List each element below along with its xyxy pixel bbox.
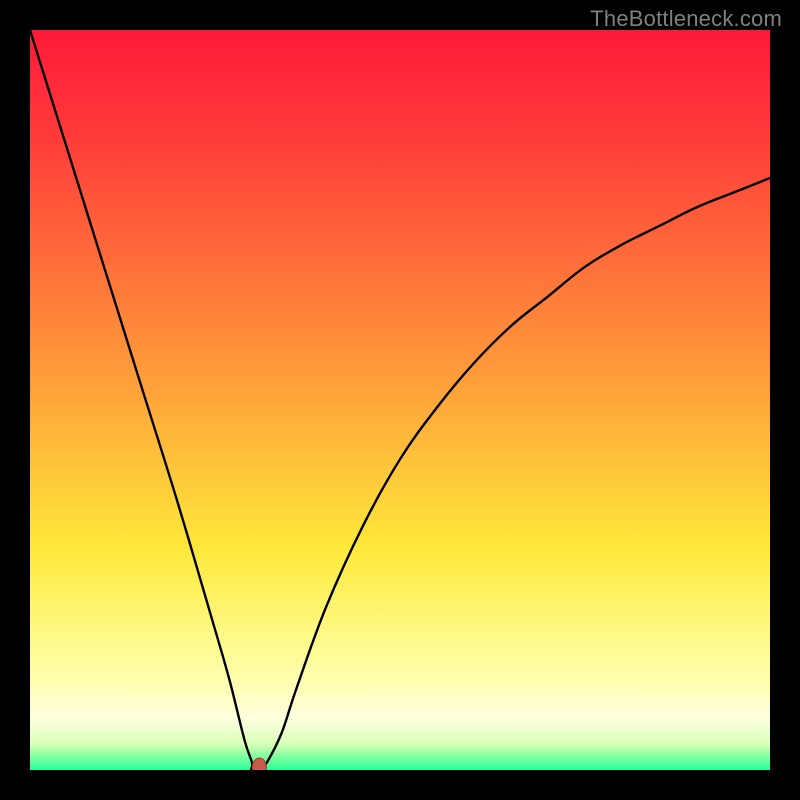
minimum-marker-icon [252, 758, 266, 770]
plot-area [30, 30, 770, 770]
bottleneck-curve [30, 30, 770, 770]
chart-stage: TheBottleneck.com [0, 0, 800, 800]
chart-curve-layer [30, 30, 770, 770]
watermark-text: TheBottleneck.com [590, 6, 782, 32]
